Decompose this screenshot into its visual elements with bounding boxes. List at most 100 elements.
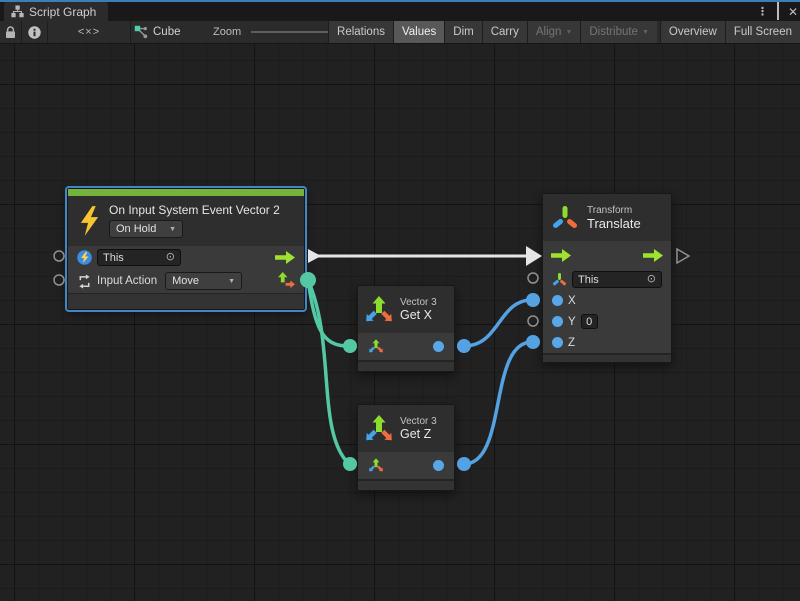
event-this-unconnected-port[interactable] — [54, 251, 64, 261]
translate-node-header: Transform Translate — [543, 194, 671, 241]
close-button[interactable]: ✕ — [788, 3, 798, 21]
getz-node-title: Get Z — [400, 427, 437, 441]
translate-target-field[interactable]: This ⊙ — [572, 271, 662, 288]
graph-icon — [134, 25, 148, 39]
info-icon — [28, 26, 41, 39]
align-button[interactable]: Align▼ — [527, 21, 581, 43]
getx-output-endpoint[interactable] — [457, 339, 471, 353]
vector3-icon — [364, 414, 394, 444]
maximize-icon — [777, 2, 779, 20]
z-output-port[interactable] — [433, 460, 444, 471]
y-port-label: Y — [568, 316, 576, 328]
translate-control-row — [543, 241, 671, 269]
z-value-wire — [464, 342, 532, 464]
graph-canvas[interactable]: On Input System Event Vector 2 On Hold ▼… — [0, 44, 800, 601]
translate-z-endpoint[interactable] — [526, 335, 540, 349]
control-wire-end-arrow — [526, 246, 542, 266]
vector3-input-port-icon[interactable] — [368, 458, 384, 474]
translate-x-row: X — [543, 290, 671, 311]
code-preview-button[interactable]: <×> — [48, 21, 130, 43]
x-port-label: X — [568, 295, 576, 307]
carry-button[interactable]: Carry — [482, 21, 527, 43]
maximize-button[interactable] — [777, 3, 779, 21]
toolbar-button-group: Relations Values Dim Carry Align▼ Distri… — [328, 21, 800, 43]
translate-z-row: Z — [543, 332, 671, 353]
transform-small-icon — [552, 272, 567, 287]
window-menu-button[interactable]: ⋮ — [757, 3, 768, 21]
graph-toolbar: <×> Cube Zoom 1x Relat — [0, 21, 800, 44]
getx-node-footer — [358, 360, 454, 371]
hierarchy-icon — [11, 5, 24, 18]
x-value-wire — [464, 300, 532, 346]
graph-name: Cube — [153, 26, 181, 38]
getx-node-header: Vector 3 Get X — [358, 286, 454, 333]
tab-bar: Script Graph ⋮ ✕ — [0, 2, 800, 21]
translate-x-endpoint[interactable] — [526, 293, 540, 307]
translate-node-title: Translate — [587, 216, 641, 231]
translate-node-footer — [543, 353, 671, 362]
values-button[interactable]: Values — [393, 21, 444, 43]
translate-target-row: This ⊙ — [543, 269, 671, 290]
chevron-down-icon: ▼ — [642, 29, 649, 36]
event-target-row: This ⊙ — [68, 246, 304, 269]
node-transform-translate[interactable]: Transform Translate — [542, 193, 672, 363]
tab-script-graph[interactable]: Script Graph — [4, 2, 108, 21]
lock-button[interactable] — [0, 21, 21, 43]
input-action-icon — [77, 274, 92, 289]
overview-button[interactable]: Overview — [660, 21, 725, 43]
event-action-unconnected-port[interactable] — [54, 275, 64, 285]
relations-button[interactable]: Relations — [328, 21, 393, 43]
translate-control-out-unconnected-port[interactable] — [677, 249, 689, 263]
getx-node-body — [358, 333, 454, 360]
translate-y-unconnected-port[interactable] — [528, 316, 538, 326]
event-node-title: On Input System Event Vector 2 — [109, 203, 280, 217]
input-action-label: Input Action — [97, 275, 157, 287]
getz-node-header: Vector 3 Get Z — [358, 405, 454, 452]
event-node-header: On Input System Event Vector 2 On Hold ▼ — [68, 196, 304, 246]
event-mode-dropdown[interactable]: On Hold ▼ — [109, 220, 183, 238]
zoom-label: Zoom — [213, 26, 241, 38]
node-vector3-get-x[interactable]: Vector 3 Get X — [357, 285, 455, 372]
vector2-output-port-icon[interactable] — [278, 272, 295, 290]
translate-y-row: Y 0 — [543, 311, 671, 332]
event-target-field[interactable]: This ⊙ — [97, 249, 181, 266]
code-icon: <×> — [78, 26, 100, 38]
full-screen-button[interactable]: Full Screen — [725, 21, 800, 43]
control-wire-start-arrow — [308, 249, 321, 263]
object-picker-icon[interactable]: ⊙ — [166, 252, 175, 263]
y-input-port[interactable] — [552, 316, 563, 327]
translate-this-unconnected-port[interactable] — [528, 273, 538, 283]
chevron-down-icon: ▼ — [565, 29, 572, 36]
script-graph-window: Script Graph ⋮ ✕ — [0, 0, 800, 601]
graph-breadcrumb[interactable]: Cube — [134, 21, 181, 43]
control-output-arrow-icon[interactable] — [643, 249, 663, 262]
event-node-accent-bar — [68, 189, 304, 196]
input-action-dropdown[interactable]: Move ▼ — [165, 272, 242, 290]
info-button[interactable] — [22, 21, 47, 43]
control-input-arrow-icon[interactable] — [551, 249, 571, 262]
event-action-row: Input Action Move ▼ — [68, 269, 304, 293]
object-picker-icon[interactable]: ⊙ — [647, 274, 656, 285]
gameobject-event-icon — [77, 250, 92, 265]
control-output-arrow-icon[interactable] — [275, 251, 295, 264]
getz-node-body — [358, 452, 454, 479]
x-input-port[interactable] — [552, 295, 563, 306]
node-vector3-get-z[interactable]: Vector 3 Get Z — [357, 404, 455, 491]
x-output-port[interactable] — [433, 341, 444, 352]
chevron-down-icon: ▼ — [169, 226, 176, 233]
node-on-input-system-event[interactable]: On Input System Event Vector 2 On Hold ▼… — [67, 188, 305, 310]
vector3-input-port-icon[interactable] — [368, 339, 384, 355]
getx-input-endpoint[interactable] — [343, 339, 357, 353]
distribute-button[interactable]: Distribute▼ — [580, 21, 657, 43]
y-value-field[interactable]: 0 — [581, 314, 598, 329]
getz-output-endpoint[interactable] — [457, 457, 471, 471]
window-controls: ⋮ ✕ — [757, 3, 798, 21]
transform-icon — [551, 204, 579, 232]
dim-button[interactable]: Dim — [444, 21, 481, 43]
vector3-icon — [364, 295, 394, 325]
z-port-label: Z — [568, 337, 575, 349]
chevron-down-icon: ▼ — [228, 278, 235, 285]
getz-input-endpoint[interactable] — [343, 457, 357, 471]
z-input-port[interactable] — [552, 337, 563, 348]
vector2-wire-to-getz — [308, 280, 349, 464]
